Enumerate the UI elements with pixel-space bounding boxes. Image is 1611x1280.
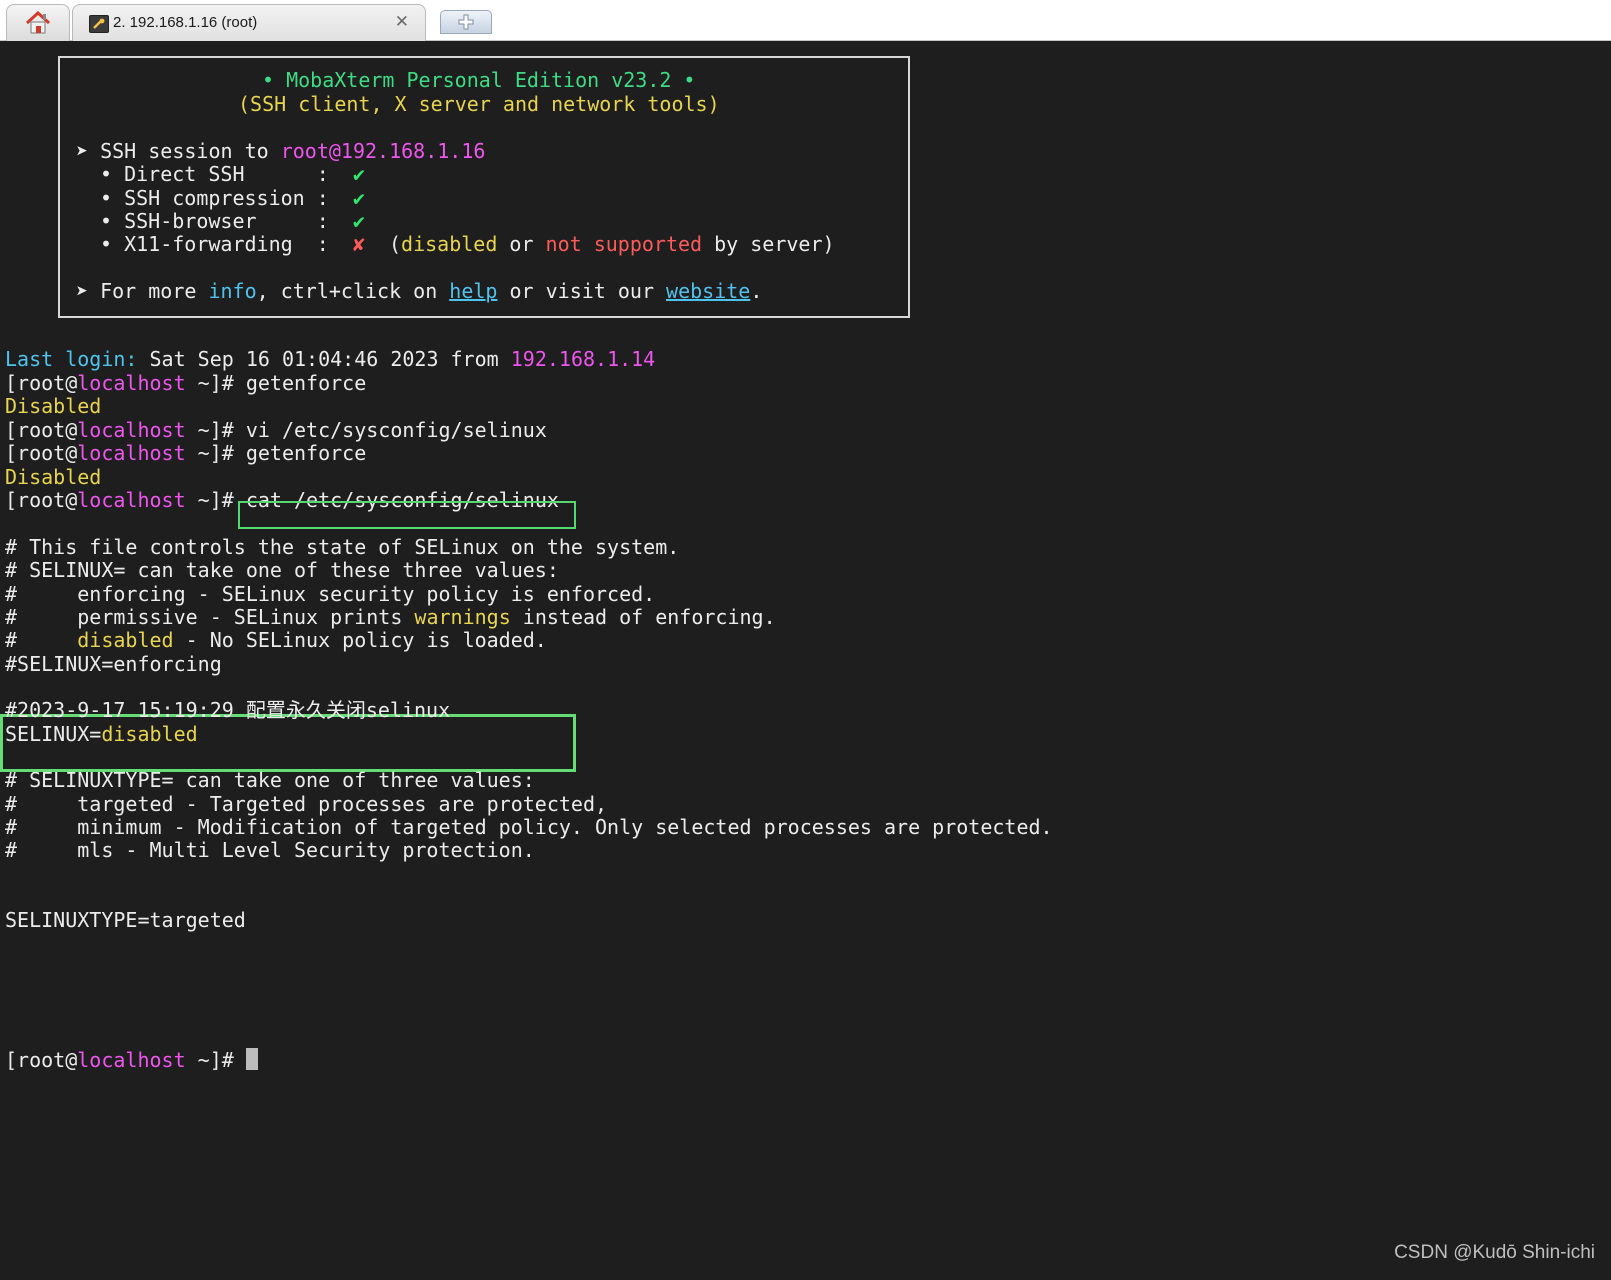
terminal-output[interactable]: • MobaXterm Personal Edition v23.2 • (SS… [0, 41, 1611, 1280]
ssh-prefix: ➤ SSH session to [76, 139, 281, 163]
prompt-host: localhost [77, 488, 186, 512]
home-tab[interactable] [6, 4, 70, 41]
prompt-close: ~]# [185, 1048, 246, 1072]
file-keyword: warnings [414, 605, 511, 629]
file-line: #2023-9-17 15:19:29 配置永久关闭selinux [5, 698, 451, 722]
compression-label: • SSH compression : [100, 186, 353, 210]
x11-disabled: disabled [401, 232, 498, 256]
command-text: vi /etc/sysconfig/selinux [245, 418, 547, 442]
file-keyword: disabled [101, 722, 198, 746]
file-line: # mls - Multi Level Security protection. [5, 838, 535, 862]
banner-browser: • SSH-browser : ✔ [100, 209, 365, 233]
help-link[interactable]: help [449, 279, 497, 303]
check-icon: ✔ [352, 209, 365, 233]
prompt-close: ~]# [185, 488, 246, 512]
tab-session[interactable]: 2. 192.168.1.16 (root) ✕ [72, 4, 426, 41]
output-line: Disabled [5, 465, 102, 489]
banner-subtitle: (SSH client, X server and network tools) [238, 92, 720, 116]
command-highlight-box [238, 501, 576, 529]
prompt-line[interactable]: [root@localhost ~]# [5, 1048, 258, 1072]
more-prefix: ➤ For more [76, 279, 209, 303]
file-text: - No SELinux policy is loaded. [173, 628, 547, 652]
prompt-close: ~]# [185, 371, 246, 395]
ssh-target: root@192.168.1.16 [280, 139, 486, 163]
x11-by-server: by server) [702, 232, 835, 256]
direct-ssh-label: • Direct SSH : [100, 162, 353, 186]
prompt-open: [root@ [5, 441, 78, 465]
last-login-line: Last login: Sat Sep 16 01:04:46 2023 fro… [5, 347, 655, 371]
file-text: # [5, 628, 78, 652]
prompt-line: [root@localhost ~]# getenforce [5, 371, 366, 395]
prompt-open: [root@ [5, 418, 78, 442]
cross-icon: ✘ [352, 232, 365, 256]
banner-ssh-session: ➤ SSH session to root@192.168.1.16 [76, 139, 485, 163]
last-login-ip: 192.168.1.14 [510, 347, 656, 371]
prompt-open: [root@ [5, 371, 78, 395]
output-line: Disabled [5, 394, 102, 418]
cursor [245, 1048, 258, 1070]
x11-not-supported: not supported [545, 232, 703, 256]
banner-x11: • X11-forwarding : ✘ (disabled or not su… [100, 232, 835, 256]
prompt-line: [root@localhost ~]# getenforce [5, 441, 366, 465]
more-mid: , ctrl+click on [256, 279, 450, 303]
file-line: #SELINUX=enforcing [5, 652, 222, 676]
file-line: # This file controls the state of SELinu… [5, 535, 680, 559]
browser-label: • SSH-browser : [100, 209, 353, 233]
prompt-line: [root@localhost ~]# vi /etc/sysconfig/se… [5, 418, 547, 442]
prompt-close: ~]# [185, 418, 246, 442]
command-text: getenforce [245, 371, 367, 395]
info-link[interactable]: info [208, 279, 256, 303]
file-line: SELINUX=disabled [5, 722, 198, 746]
check-icon: ✔ [352, 162, 365, 186]
prompt-host: localhost [77, 418, 186, 442]
prompt-host: localhost [77, 1048, 186, 1072]
prompt-close: ~]# [185, 441, 246, 465]
banner-compression: • SSH compression : ✔ [100, 186, 365, 210]
file-line: # permissive - SELinux prints warnings i… [5, 605, 776, 629]
file-line: # SELINUXTYPE= can take one of three val… [5, 768, 535, 792]
command-text: getenforce [245, 441, 367, 465]
file-line: # minimum - Modification of targeted pol… [5, 815, 1053, 839]
file-keyword: disabled [77, 628, 174, 652]
x11-label: • X11-forwarding : [100, 232, 353, 256]
prompt-open: [root@ [5, 488, 78, 512]
welcome-banner: • MobaXterm Personal Edition v23.2 • (SS… [58, 56, 910, 318]
new-tab-button[interactable] [440, 10, 492, 34]
file-line: # SELINUX= can take one of these three v… [5, 558, 559, 582]
watermark: CSDN @Kudō Shin-ichi [1394, 1242, 1595, 1263]
last-login-label: Last login: [5, 347, 138, 371]
banner-direct-ssh: • Direct SSH : ✔ [100, 162, 365, 186]
close-icon[interactable]: ✕ [395, 12, 409, 32]
more-mid2: or visit our [497, 279, 667, 303]
file-line: SELINUXTYPE=targeted [5, 908, 246, 932]
plus-icon [458, 14, 474, 30]
wrench-icon [89, 15, 109, 33]
x11-or: or [497, 232, 546, 256]
file-line: # disabled - No SELinux policy is loaded… [5, 628, 547, 652]
banner-title: • MobaXterm Personal Edition v23.2 • [262, 68, 696, 92]
website-link[interactable]: website [666, 279, 750, 303]
file-line: # targeted - Targeted processes are prot… [5, 792, 608, 816]
x11-note-open: ( [364, 232, 402, 256]
home-icon [25, 11, 51, 34]
banner-more-info: ➤ For more info, ctrl+click on help or v… [76, 279, 762, 303]
file-text: instead of enforcing. [510, 605, 776, 629]
prompt-host: localhost [77, 371, 186, 395]
prompt-host: localhost [77, 441, 186, 465]
more-end: . [750, 279, 763, 303]
prompt-open: [root@ [5, 1048, 78, 1072]
file-line: # enforcing - SELinux security policy is… [5, 582, 656, 606]
tab-bar: 2. 192.168.1.16 (root) ✕ [0, 0, 1611, 41]
tab-title: 2. 192.168.1.16 (root) [113, 14, 258, 31]
last-login-value: Sat Sep 16 01:04:46 2023 from [137, 347, 511, 371]
file-text: SELINUX= [5, 722, 102, 746]
check-icon: ✔ [352, 186, 365, 210]
file-text: # permissive - SELinux prints [5, 605, 415, 629]
